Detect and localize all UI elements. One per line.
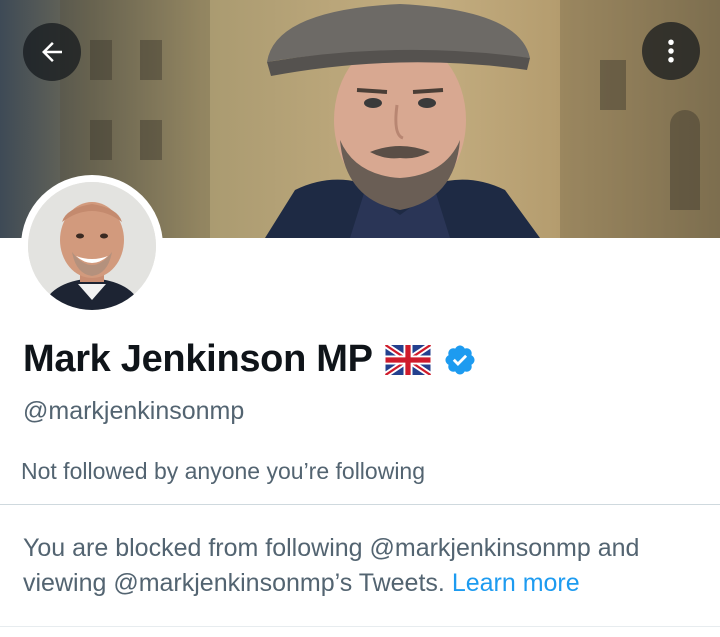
banner-portrait — [265, 4, 540, 238]
bottom-divider — [0, 626, 720, 627]
banner-window — [600, 60, 626, 110]
arrow-left-icon — [42, 42, 62, 62]
learn-more-link[interactable]: Learn more — [452, 569, 580, 597]
profile-name: Mark Jenkinson MP — [23, 338, 373, 380]
more-options-button[interactable] — [642, 22, 700, 80]
banner-window — [140, 120, 162, 160]
verified-badge-icon[interactable] — [443, 343, 477, 377]
banner-window — [90, 40, 112, 80]
avatar[interactable] — [28, 182, 156, 310]
back-button[interactable] — [23, 23, 81, 81]
followers-you-know[interactable]: Not followed by anyone you’re following — [21, 458, 425, 485]
banner-window — [670, 110, 700, 210]
profile-handle: @markjenkinsonmp — [23, 397, 245, 425]
avatar-portrait — [28, 182, 156, 310]
more-vertical-icon — [668, 39, 674, 63]
profile-name-row: Mark Jenkinson MP — [23, 338, 477, 381]
banner-window — [90, 120, 112, 160]
uk-flag-icon — [384, 344, 431, 375]
banner-window — [140, 40, 162, 80]
section-divider — [0, 504, 720, 505]
blocked-notice: You are blocked from following @markjenk… — [23, 531, 703, 601]
